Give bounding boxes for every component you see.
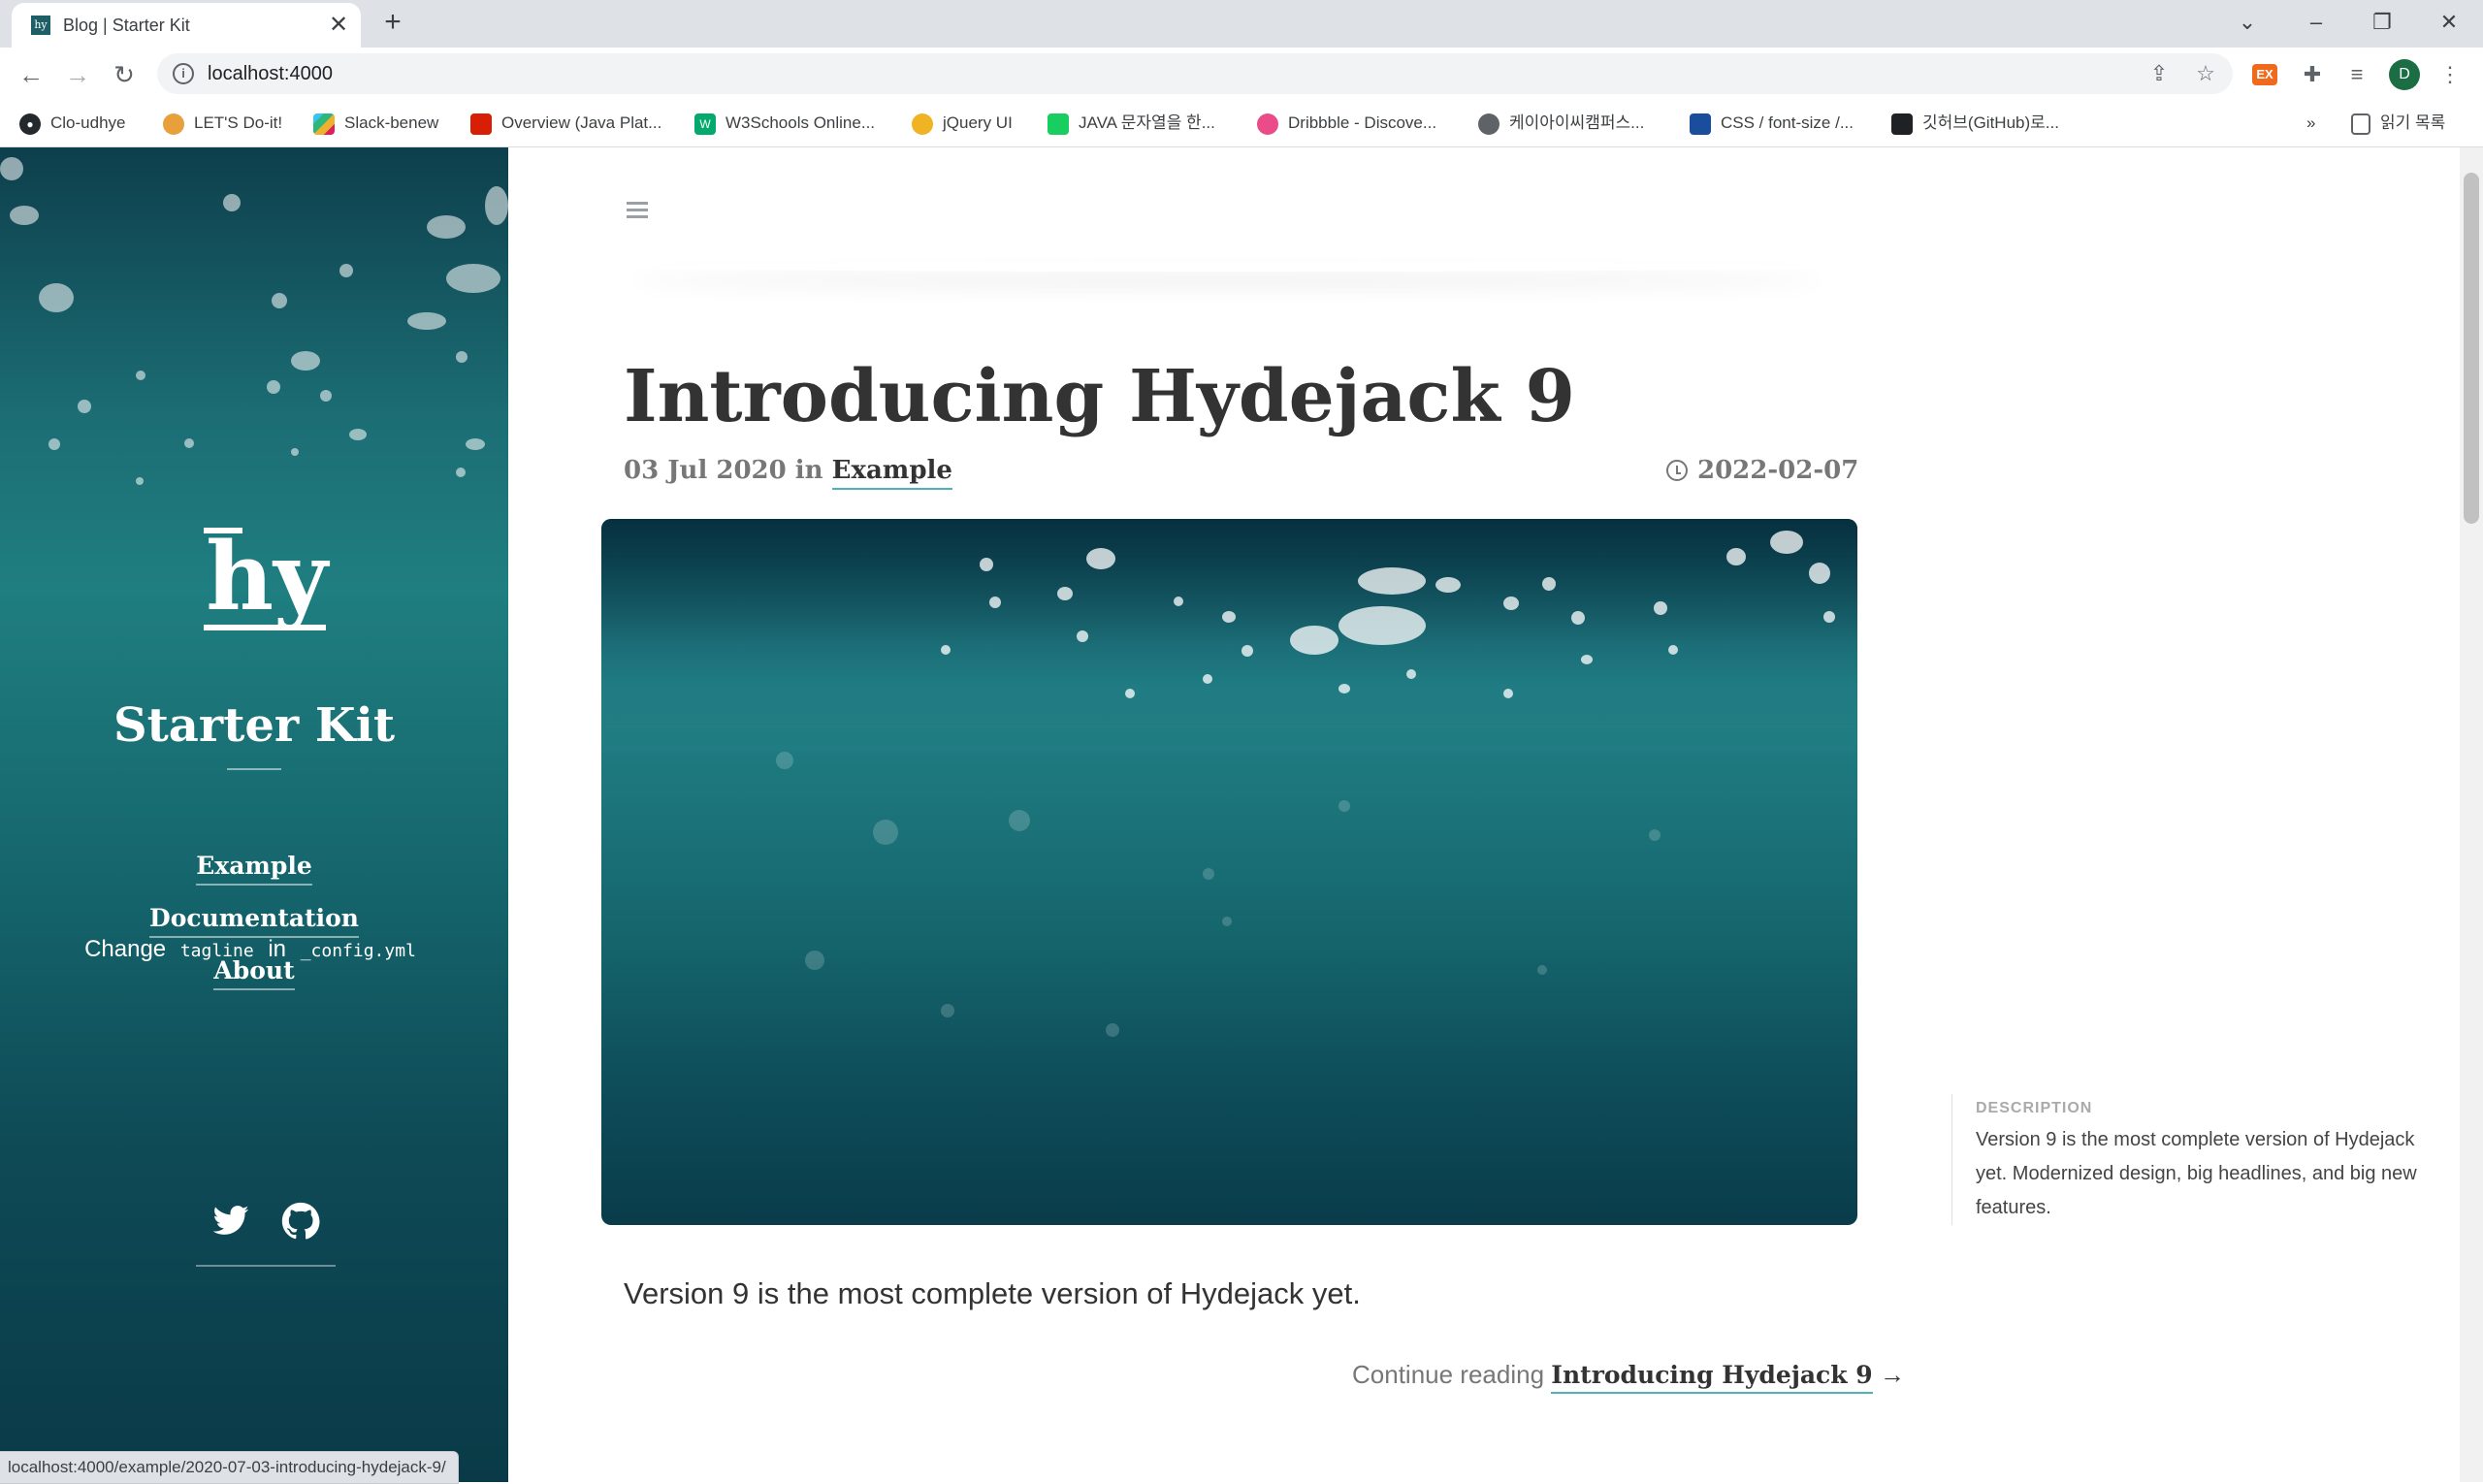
sidebar-divider bbox=[196, 1265, 336, 1267]
w3schools-icon: W bbox=[694, 113, 716, 135]
menu-icon[interactable] bbox=[627, 202, 648, 222]
jquery-icon bbox=[912, 113, 933, 135]
post-category-link[interactable]: Example bbox=[831, 456, 952, 490]
oracle-icon bbox=[470, 113, 492, 135]
bookmark-item[interactable]: 깃허브(GitHub)로... bbox=[1891, 111, 2059, 136]
post-title[interactable]: Introducing Hydejack 9 bbox=[624, 355, 1575, 438]
close-window-button[interactable]: ✕ bbox=[2425, 6, 2473, 39]
more-menu-icon[interactable]: ⋮ bbox=[2435, 59, 2466, 90]
continue-prefix: Continue reading bbox=[1352, 1360, 1545, 1389]
navbar-shadow bbox=[630, 262, 1823, 272]
tab-title: Blog | Starter Kit bbox=[63, 16, 190, 35]
post-updated: 2022-02-07 bbox=[1666, 456, 1858, 485]
extensions-puzzle-icon[interactable]: ✚ bbox=[2297, 59, 2328, 90]
logo-underline bbox=[204, 625, 326, 630]
title-underline bbox=[227, 768, 281, 770]
bookmark-item[interactable]: Dribbble - Discove... bbox=[1257, 111, 1436, 136]
browser-tab[interactable]: hy Blog | Starter Kit ✕ bbox=[12, 3, 361, 48]
reading-list-button[interactable]: 읽기 목록 bbox=[2351, 111, 2445, 136]
address-bar[interactable]: i localhost:4000 ⇪ ☆ bbox=[157, 53, 2233, 94]
bookmark-star-icon[interactable]: ☆ bbox=[2192, 60, 2219, 87]
reading-list-icon bbox=[2351, 113, 2370, 135]
scrollbar-thumb[interactable] bbox=[2464, 173, 2479, 524]
bookmark-item[interactable]: ● Clo-udhye bbox=[19, 111, 126, 136]
forward-icon[interactable]: → bbox=[60, 57, 95, 92]
arrow-right-icon: → bbox=[1879, 1360, 1905, 1389]
continue-reading: Continue reading Introducing Hydejack 9 … bbox=[1352, 1360, 1905, 1394]
github-icon: ● bbox=[19, 113, 41, 135]
bookmark-item[interactable]: JAVA 문자열을 한... bbox=[1048, 111, 1215, 136]
close-tab-icon[interactable]: ✕ bbox=[324, 11, 353, 40]
back-icon[interactable]: ← bbox=[14, 57, 48, 92]
sidebar: hy Starter Kit Change tagline in _config… bbox=[0, 147, 508, 1482]
browser-toolbar: ← → ↻ i localhost:4000 ⇪ ☆ EX ✚ ≡ D ⋮ bbox=[0, 48, 2483, 101]
hero-water-surface bbox=[601, 519, 1857, 752]
chart-icon bbox=[1690, 113, 1711, 135]
description-heading: DESCRIPTION bbox=[1976, 1100, 2093, 1116]
favicon-icon: hy bbox=[31, 16, 50, 35]
nav-link-documentation[interactable]: Documentation bbox=[0, 904, 508, 938]
minimize-button[interactable]: – bbox=[2292, 6, 2340, 39]
continue-reading-link[interactable]: Introducing Hydejack 9 bbox=[1551, 1361, 1873, 1394]
bookmark-item[interactable]: jQuery UI bbox=[912, 111, 1013, 136]
share-icon[interactable]: ⇪ bbox=[2145, 60, 2173, 87]
extension-ex-icon[interactable]: EX bbox=[2252, 64, 2277, 85]
bookmark-item[interactable]: LET'S Do-it! bbox=[163, 111, 282, 136]
media-control-icon[interactable]: ≡ bbox=[2341, 59, 2372, 90]
updated-date: 2022-02-07 bbox=[1697, 456, 1859, 485]
new-tab-button[interactable]: + bbox=[378, 8, 407, 38]
bookmarks-bar: ● Clo-udhye LET'S Do-it! Slack-benew Over… bbox=[0, 101, 2483, 147]
doc-icon bbox=[1891, 113, 1913, 135]
site-title[interactable]: Starter Kit bbox=[0, 698, 508, 753]
github-icon[interactable] bbox=[281, 1202, 320, 1241]
status-bar-url: localhost:4000/example/2020-07-03-introd… bbox=[0, 1451, 459, 1484]
globe-icon bbox=[1478, 113, 1499, 135]
bookmark-item[interactable]: CSS / font-size /... bbox=[1690, 111, 1854, 136]
restore-button[interactable]: ❐ bbox=[2358, 6, 2406, 39]
dribbble-icon bbox=[1257, 113, 1278, 135]
post-date: 03 Jul 2020 bbox=[624, 456, 787, 485]
bookmark-item[interactable]: Slack-benew bbox=[313, 111, 438, 136]
bookmarks-overflow-button[interactable]: » bbox=[2306, 111, 2315, 136]
slack-icon bbox=[313, 113, 335, 135]
tab-strip: hy Blog | Starter Kit ✕ + ⌄ – ❐ ✕ bbox=[0, 0, 2483, 48]
post-in-word: in bbox=[794, 456, 823, 485]
tab-search-icon[interactable]: ⌄ bbox=[2223, 6, 2272, 39]
info-icon[interactable]: i bbox=[173, 63, 194, 84]
bookmark-item[interactable]: W W3Schools Online... bbox=[694, 111, 875, 136]
twitter-icon[interactable] bbox=[211, 1202, 250, 1241]
post-meta: 03 Jul 2020 in Example bbox=[624, 456, 952, 490]
bookmark-item[interactable]: 케이아이씨캠퍼스... bbox=[1478, 111, 1644, 136]
description-text: Version 9 is the most complete version o… bbox=[1976, 1129, 2417, 1218]
profile-avatar[interactable]: D bbox=[2389, 59, 2420, 90]
post-excerpt: Version 9 is the most complete version o… bbox=[624, 1276, 1361, 1310]
site-logo[interactable]: hy bbox=[204, 531, 330, 624]
nav-link-about[interactable]: About bbox=[0, 956, 508, 990]
post-hero-image[interactable] bbox=[601, 519, 1857, 1225]
nav-link-example[interactable]: Example bbox=[0, 852, 508, 886]
bread-icon bbox=[163, 113, 184, 135]
history-icon bbox=[1666, 460, 1688, 481]
bookmark-item[interactable]: Overview (Java Plat... bbox=[470, 111, 661, 136]
description-sidebar: DESCRIPTION Version 9 is the most comple… bbox=[1951, 1094, 2451, 1225]
url-text: localhost:4000 bbox=[208, 63, 333, 84]
blog-icon bbox=[1048, 113, 1069, 135]
reload-icon[interactable]: ↻ bbox=[107, 57, 142, 92]
